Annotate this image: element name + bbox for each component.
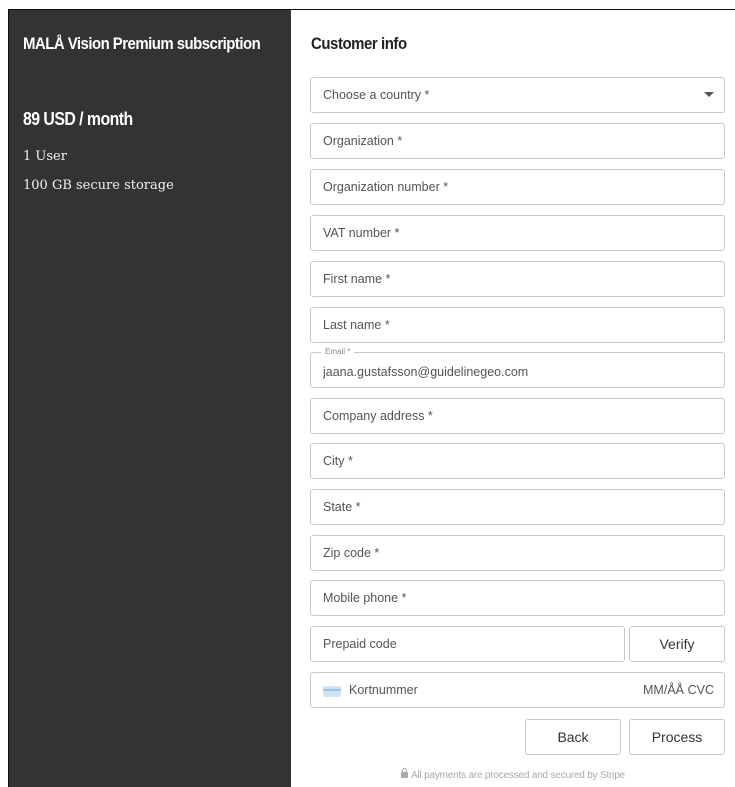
city-field[interactable] [311,444,724,478]
first-name-field-wrapper [310,261,725,297]
state-field[interactable] [311,490,724,524]
vat-field-wrapper [310,215,725,251]
prepaid-field-wrapper [310,626,625,662]
email-field-wrapper: Email * [310,347,725,388]
back-button[interactable]: Back [525,719,621,755]
checkout-panel: MALÅ Vision Premium subscription 89 USD … [8,9,735,787]
city-field-wrapper [310,443,725,479]
subscription-price: 89 USD / month [23,109,133,129]
card-expiry-placeholder: MM/ÅÅ [643,683,684,697]
organization-number-field-wrapper [310,169,725,205]
card-number-placeholder: Kortnummer [349,683,418,697]
zip-field-wrapper [310,535,725,571]
organization-field[interactable] [311,124,724,158]
vat-number-field[interactable] [311,216,724,250]
zip-code-field[interactable] [311,536,724,570]
card-input[interactable]: Kortnummer MM/ÅÅ CVC [310,672,725,708]
lock-icon [401,768,409,778]
last-name-field-wrapper [310,307,725,343]
credit-card-icon [323,686,341,697]
prepaid-code-field[interactable] [311,627,624,661]
chevron-down-icon [704,92,714,97]
feature-users: 1 User [23,149,67,164]
form-title: Customer info [311,34,407,53]
subscription-sidebar: MALÅ Vision Premium subscription 89 USD … [9,10,291,787]
email-field[interactable] [311,353,724,387]
country-select[interactable]: Choose a country * [310,77,725,113]
process-button[interactable]: Process [629,719,725,755]
mobile-field-wrapper [310,580,725,616]
first-name-field[interactable] [311,262,724,296]
payment-security-note: All payments are processed and secured b… [291,768,735,781]
card-cvc-placeholder: CVC [687,683,714,697]
last-name-field[interactable] [311,308,724,342]
customer-info-form: Customer info Choose a country * Email * [291,10,735,787]
verify-button[interactable]: Verify [629,626,725,662]
state-field-wrapper [310,489,725,525]
mobile-phone-field[interactable] [311,581,724,615]
organization-field-wrapper [310,123,725,159]
organization-number-field[interactable] [311,170,724,204]
email-label: Email * [321,347,355,357]
country-select-label: Choose a country * [323,88,430,102]
address-field-wrapper [310,398,725,434]
security-note-text: All payments are processed and secured b… [411,770,625,781]
company-address-field[interactable] [311,399,724,433]
subscription-title: MALÅ Vision Premium subscription [23,34,261,53]
feature-storage: 100 GB secure storage [23,178,174,193]
